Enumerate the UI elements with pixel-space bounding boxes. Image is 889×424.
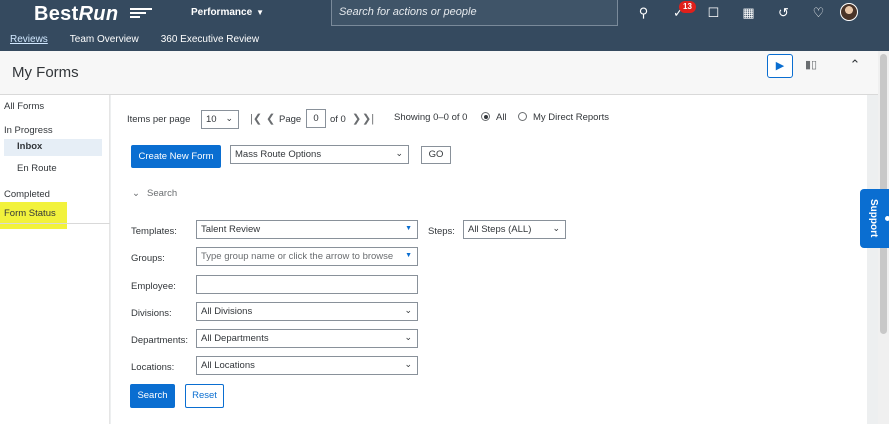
module-switcher[interactable]: Performance ▼: [191, 7, 264, 18]
next-page-icon[interactable]: ❯: [352, 112, 361, 125]
page-title: My Forms: [12, 64, 79, 81]
page-number-input[interactable]: 0: [306, 109, 326, 128]
chevron-down-icon: ▼: [256, 8, 265, 17]
first-page-icon[interactable]: |❮: [250, 112, 262, 125]
radio-all-label: All: [496, 112, 507, 123]
reset-button[interactable]: Reset: [185, 384, 224, 408]
shell-bar: BestRun Performance ▼ Search for actions …: [0, 0, 889, 51]
subnav-reviews[interactable]: Reviews: [10, 31, 48, 51]
last-page-icon[interactable]: ❯|: [362, 112, 374, 125]
search-icon[interactable]: ⚲: [626, 4, 661, 24]
mass-route-value: Mass Route Options: [235, 149, 322, 160]
nav-all-forms[interactable]: All Forms: [4, 101, 44, 112]
play-icon[interactable]: ▶: [767, 54, 793, 78]
locations-value: All Locations: [201, 360, 255, 371]
templates-select[interactable]: Talent Review ▼: [196, 220, 418, 239]
mass-route-select[interactable]: Mass Route Options ⌄: [230, 145, 409, 164]
templates-label: Templates:: [131, 226, 177, 237]
search-button[interactable]: Search: [130, 384, 175, 408]
subnav-360-executive-review[interactable]: 360 Executive Review: [161, 31, 259, 51]
items-per-page-select[interactable]: 10 ⌄: [201, 110, 239, 129]
logo-text-run: Run: [78, 3, 119, 25]
departments-select[interactable]: All Departments ⌄: [196, 329, 418, 348]
page-of-label: of 0: [330, 114, 346, 125]
search-toggle-chevron-icon[interactable]: ⌄: [132, 188, 140, 199]
left-navigation: All Forms In Progress Inbox En Route Com…: [0, 95, 110, 424]
nav-completed[interactable]: Completed: [4, 189, 50, 200]
prev-page-icon[interactable]: ❮: [266, 112, 275, 125]
chevron-down-icon: ⌄: [395, 148, 403, 158]
shell-icon-bar: ⚲ ✓ 13 ☐ ▦ ↺ ♡: [626, 1, 836, 24]
radio-direct-reports-label: My Direct Reports: [533, 112, 610, 123]
nav-en-route[interactable]: En Route: [17, 163, 57, 174]
showing-count: Showing 0–0 of 0: [394, 112, 468, 123]
steps-value: All Steps (ALL): [468, 224, 532, 235]
nav-in-progress[interactable]: In Progress: [4, 125, 53, 136]
triangle-down-icon: ▼: [405, 252, 412, 259]
divisions-label: Divisions:: [131, 308, 172, 319]
items-per-page-label: Items per page: [127, 114, 191, 125]
subnav-team-overview[interactable]: Team Overview: [70, 31, 139, 51]
bestrun-logo[interactable]: BestRun: [34, 3, 118, 26]
todo-count-badge: 13: [679, 1, 696, 13]
radio-all[interactable]: [481, 112, 490, 121]
page-header: My Forms ▶ ▮▯ ⌃: [0, 51, 878, 95]
help-icon[interactable]: ↺: [766, 4, 801, 24]
chevron-down-icon: ⌄: [404, 305, 412, 315]
page-label: Page: [279, 114, 302, 125]
nav-form-status[interactable]: Form Status: [0, 202, 67, 229]
employee-label: Employee:: [131, 281, 176, 292]
radio-direct-reports[interactable]: [518, 112, 527, 121]
items-per-page-value: 10: [206, 114, 217, 125]
notification-bell-icon[interactable]: ♡: [801, 4, 836, 24]
templates-value: Talent Review: [201, 224, 261, 235]
steps-label: Steps:: [428, 226, 455, 237]
sub-navigation: Reviews Team Overview 360 Executive Revi…: [0, 31, 271, 51]
nav-inbox[interactable]: Inbox: [4, 139, 102, 156]
main-panel: Items per page 10 ⌄ |❮ ❮ Page 0 of 0 ❯ ❯|…: [111, 95, 867, 424]
employee-input[interactable]: [196, 275, 418, 294]
collapse-up-icon[interactable]: ⌃: [842, 54, 868, 78]
avatar[interactable]: [840, 3, 858, 21]
chevron-down-icon: ⌄: [404, 332, 412, 342]
divisions-value: All Divisions: [201, 306, 253, 317]
locations-select[interactable]: All Locations ⌄: [196, 356, 418, 375]
locations-label: Locations:: [131, 362, 175, 373]
logo-text-best: Best: [34, 3, 79, 25]
nav-divider: [0, 223, 110, 224]
departments-label: Departments:: [131, 335, 189, 346]
chevron-down-icon: ⌄: [225, 113, 233, 123]
groups-placeholder: Type group name or click the arrow to br…: [201, 251, 394, 262]
support-label: Support: [868, 199, 879, 238]
create-new-form-button[interactable]: Create New Form: [131, 145, 221, 168]
departments-value: All Departments: [201, 333, 269, 344]
groups-label: Groups:: [131, 253, 165, 264]
go-button[interactable]: GO: [421, 146, 451, 164]
support-knob-icon: [884, 215, 889, 222]
support-tab[interactable]: Support: [860, 189, 889, 248]
org-chart-icon[interactable]: ▦: [731, 4, 766, 24]
chevron-down-icon: ⌄: [552, 223, 560, 233]
triangle-down-icon: ▼: [405, 225, 412, 232]
module-label: Performance: [191, 7, 253, 18]
feedback-icon[interactable]: ☐: [696, 4, 731, 24]
steps-select[interactable]: All Steps (ALL) ⌄: [463, 220, 566, 239]
logo-lines-icon: [130, 8, 152, 18]
groups-input[interactable]: Type group name or click the arrow to br…: [196, 247, 418, 266]
divisions-select[interactable]: All Divisions ⌄: [196, 302, 418, 321]
bar-chart-icon[interactable]: ▮▯: [798, 54, 824, 78]
chevron-down-icon: ⌄: [404, 359, 412, 369]
todo-icon[interactable]: ✓ 13: [661, 1, 696, 24]
search-toggle-label[interactable]: Search: [147, 188, 177, 199]
global-search-input[interactable]: Search for actions or people: [331, 0, 618, 26]
